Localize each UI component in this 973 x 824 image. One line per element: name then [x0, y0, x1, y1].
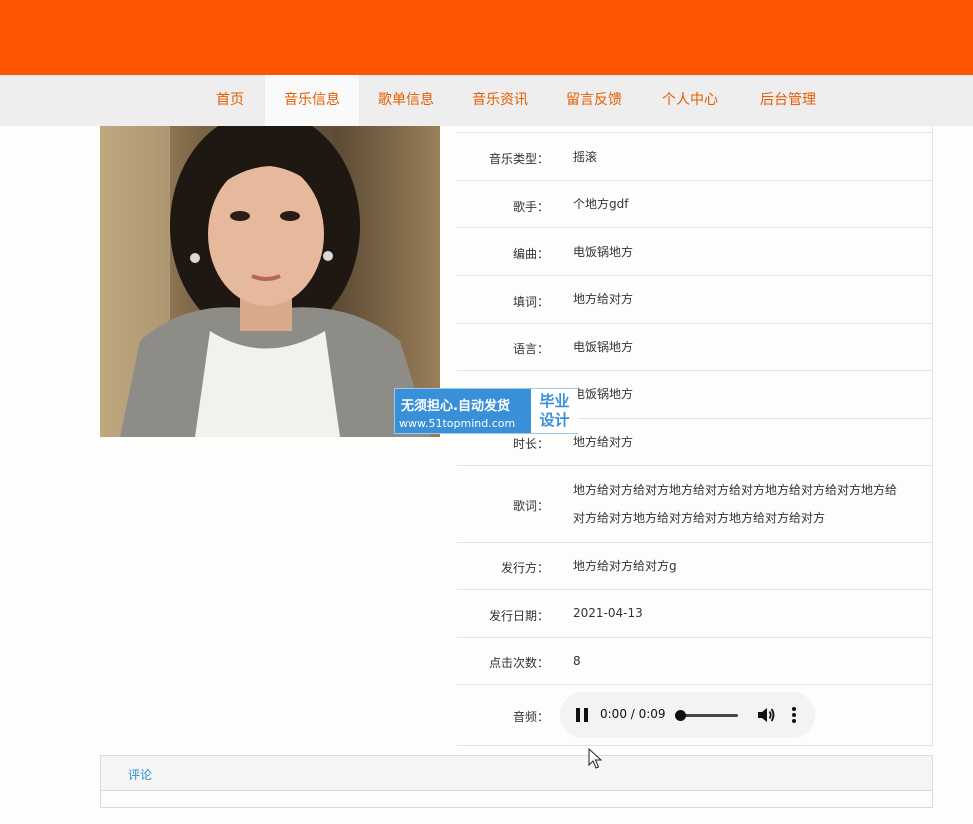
watermark-badge-line1: 毕业	[539, 392, 570, 410]
watermark-badge-line2: 设计	[539, 411, 570, 429]
nav-music-news[interactable]: 音乐资讯	[460, 75, 540, 126]
comments-header: 评论	[101, 756, 932, 791]
music-cover-image	[100, 126, 440, 437]
audio-seek-bar[interactable]	[678, 714, 738, 717]
mouse-cursor-icon	[588, 748, 602, 769]
row-value: 地方给对方	[573, 292, 634, 306]
row-value: 地方给对方给对方地方给对方给对方地方给对方给对方地方给对方给对方地方给对方给对方…	[573, 483, 898, 525]
audio-time: 0:00 / 0:09	[600, 707, 666, 721]
detail-row-singer: 歌手： 个地方gdf	[457, 181, 932, 228]
main-nav: 首页 音乐信息 歌单信息 音乐资讯 留言反馈 个人中心 后台管理	[0, 75, 973, 126]
watermark-badge: 毕业 设计	[530, 389, 578, 433]
row-value: 电饭锅地方	[573, 340, 634, 354]
row-value: 个地方gdf	[573, 197, 629, 211]
row-label: 填词：	[512, 295, 549, 309]
detail-row-arranger: 编曲： 电饭锅地方	[457, 228, 932, 276]
watermark-url: www.51topmind.com	[399, 417, 516, 430]
watermark-banner: 无须担心.自动发货 www.51topmind.com 毕业 设计	[394, 388, 578, 434]
pause-button[interactable]	[576, 708, 588, 722]
nav-playlist-info[interactable]: 歌单信息	[366, 75, 446, 126]
detail-row-publisher: 发行方： 地方给对方给对方g	[457, 543, 932, 590]
row-label: 时长：	[512, 437, 549, 451]
audio-seek-knob[interactable]	[675, 710, 686, 721]
comments-panel: 评论	[100, 755, 933, 808]
row-value: 电饭锅地方	[573, 387, 634, 401]
row-label: 音频：	[512, 710, 549, 724]
audio-player[interactable]: 0:00 / 0:09	[560, 692, 815, 738]
detail-row-audio: 音频： 0:00 / 0:09	[457, 685, 932, 746]
row-label: 歌手：	[512, 200, 549, 214]
volume-icon[interactable]	[756, 706, 776, 724]
nav-user-center[interactable]: 个人中心	[650, 75, 730, 126]
nav-home[interactable]: 首页	[204, 75, 256, 126]
row-label: 歌词：	[512, 499, 549, 513]
row-label: 点击次数：	[488, 656, 549, 670]
row-label: 音乐类型：	[488, 152, 549, 166]
detail-row-click-count: 点击次数： 8	[457, 638, 932, 685]
row-value: 摇滚	[573, 150, 598, 164]
row-label: 编曲：	[512, 247, 549, 261]
detail-row-lyricist: 填词： 地方给对方	[457, 276, 932, 324]
music-detail-table: 音乐类型： 摇滚 歌手： 个地方gdf 编曲： 电饭锅地方 填词： 地方给对方 …	[457, 126, 933, 746]
nav-admin[interactable]: 后台管理	[748, 75, 828, 126]
row-value: 地方给对方	[573, 435, 634, 449]
detail-row-lyrics: 歌词： 地方给对方给对方地方给对方给对方地方给对方给对方地方给对方给对方地方给对…	[457, 466, 932, 543]
row-value: 8	[573, 654, 581, 668]
more-options-icon[interactable]	[790, 706, 798, 724]
top-banner	[0, 0, 973, 75]
row-label: 发行日期：	[488, 609, 549, 623]
detail-row-language: 语言： 电饭锅地方	[457, 324, 932, 371]
watermark-text: 无须担心.自动发货	[401, 399, 510, 414]
row-value: 地方给对方给对方g	[573, 559, 677, 573]
comments-tab[interactable]: 评论	[128, 766, 152, 783]
detail-row-type: 音乐类型： 摇滚	[457, 133, 932, 181]
nav-feedback[interactable]: 留言反馈	[554, 75, 634, 126]
detail-row-release-date: 发行日期： 2021-04-13	[457, 590, 932, 638]
nav-music-info[interactable]: 音乐信息	[265, 75, 359, 126]
row-label: 发行方：	[500, 561, 549, 575]
row-label: 语言：	[512, 342, 549, 356]
row-value: 2021-04-13	[573, 606, 643, 620]
row-value: 电饭锅地方	[573, 245, 634, 259]
